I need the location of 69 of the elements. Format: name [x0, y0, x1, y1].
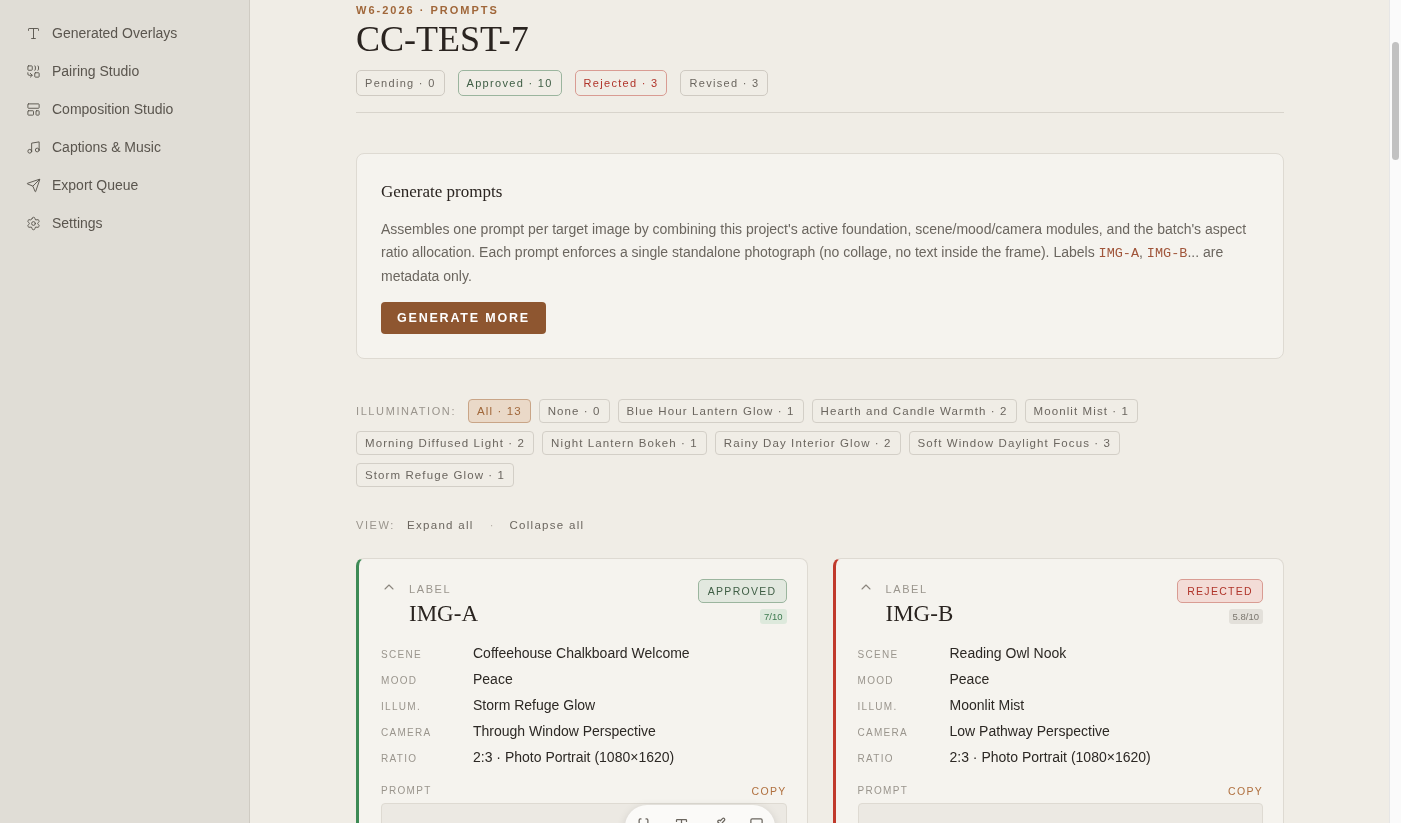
field-value: Storm Refuge Glow: [473, 696, 597, 713]
grid-arrows-icon: [26, 63, 41, 79]
prompt-caption: PROMPT: [857, 784, 909, 797]
page-title: CC-TEST-7: [356, 18, 530, 60]
separator-dot: ·: [489, 518, 494, 531]
filter-chip[interactable]: Morning Diffused Light · 2: [356, 430, 535, 455]
score-badge: 5.8/10: [1228, 608, 1263, 624]
text-icon: [26, 25, 41, 41]
image-label: IMG-A: [409, 600, 478, 627]
sidebar-item[interactable]: Pairing Studio: [0, 52, 249, 90]
filter-label: ILLUMINATION:: [356, 404, 457, 417]
field-label: ILLUM.: [381, 700, 423, 712]
label-caption: LABEL: [885, 582, 928, 595]
settings-icon: [26, 215, 41, 231]
field-label: CAMERA: [857, 726, 910, 738]
field-value: Reading Owl Nook: [949, 644, 1068, 661]
copy-link[interactable]: COPY: [751, 784, 787, 797]
field-label: RATIO: [857, 752, 895, 764]
filter-chip[interactable]: Soft Window Daylight Focus · 3: [908, 430, 1120, 455]
copy-link[interactable]: COPY: [1228, 784, 1263, 797]
status-count: Revised · 3: [680, 70, 769, 96]
sidebar-item[interactable]: Generated Overlays: [0, 14, 249, 52]
filter-chip[interactable]: Rainy Day Interior Glow · 2: [714, 430, 901, 455]
field-label: SCENE: [857, 648, 900, 660]
panel-description: Assembles one prompt per target image by combining this project's active foundation, scene/mood/camera modules, and the batch's aspect ratio allocation. Each prompt enforces a single standalone photograph (no collage, no text inside the frame). Labels IMG-A, IMG-B... are metadata only.: [381, 220, 1248, 286]
status-count: Pending · 0: [356, 70, 445, 96]
filter-chip[interactable]: None · 0: [538, 398, 610, 423]
music-icon: [26, 139, 41, 155]
field-value: 2:3 · Photo Portrait (1080×1620): [949, 748, 1152, 765]
prompt-caption: PROMPT: [381, 784, 432, 797]
field-label: MOOD: [857, 674, 895, 686]
filter-chip[interactable]: Night Lantern Bokeh · 1: [542, 430, 707, 455]
score-badge: 7/10: [760, 608, 787, 624]
project-eyebrow: W6-2026 · PROMPTS: [356, 4, 500, 16]
filter-chip[interactable]: Hearth and Candle Warmth · 2: [811, 398, 1017, 423]
field-label: RATIO: [381, 752, 419, 764]
field-label: SCENE: [381, 648, 423, 660]
sidebar-item[interactable]: Settings: [0, 204, 249, 242]
field-value: 2:3 · Photo Portrait (1080×1620): [473, 748, 676, 765]
filter-chip[interactable]: Moonlit Mist · 1: [1024, 398, 1139, 423]
send-icon: [26, 177, 41, 193]
sidebar-item[interactable]: Captions & Music: [0, 128, 249, 166]
sidebar-item[interactable]: Composition Studio: [0, 90, 249, 128]
field-value: Coffeehouse Chalkboard Welcome: [473, 644, 691, 661]
field-label: MOOD: [381, 674, 419, 686]
field-value: Moonlit Mist: [949, 696, 1026, 713]
field-label: CAMERA: [381, 726, 433, 738]
status-count: Approved · 10: [457, 70, 562, 96]
status-badge: APPROVED: [697, 578, 787, 603]
status-count: Rejected · 3: [574, 70, 668, 96]
panel-title: Generate prompts: [381, 182, 504, 202]
field-value: Through Window Perspective: [473, 722, 657, 739]
scrollbar[interactable]: [1389, 0, 1401, 823]
expand-all-link[interactable]: Expand all: [407, 518, 474, 531]
view-label: VIEW:: [356, 518, 395, 531]
image-label: IMG-B: [885, 600, 954, 627]
generate-more-button[interactable]: GENERATE MORE: [381, 301, 546, 334]
filter-chip[interactable]: Blue Hour Lantern Glow · 1: [617, 398, 804, 423]
field-label: ILLUM.: [857, 700, 899, 712]
sidebar-item[interactable]: Export Queue: [0, 166, 249, 204]
field-value: Peace: [473, 670, 514, 687]
label-caption: LABEL: [409, 582, 452, 595]
status-badge: REJECTED: [1177, 578, 1263, 603]
field-value: Peace: [949, 670, 991, 687]
collapse-all-link[interactable]: Collapse all: [509, 518, 585, 531]
filter-chip[interactable]: Storm Refuge Glow · 1: [356, 462, 515, 487]
layout-icon: [26, 101, 41, 117]
filter-chip[interactable]: All · 13: [468, 398, 531, 423]
field-value: Low Pathway Perspective: [949, 722, 1111, 739]
